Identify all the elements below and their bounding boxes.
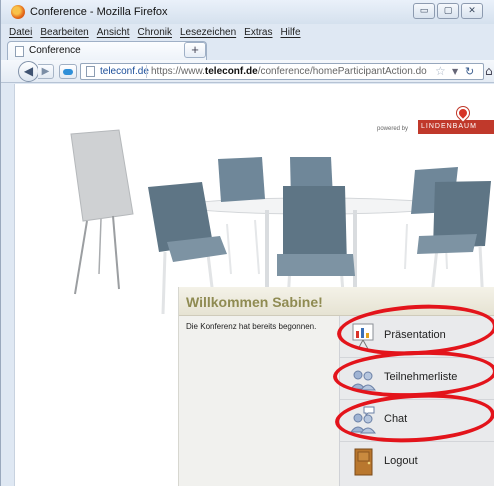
menu-extras[interactable]: Extras (244, 27, 272, 38)
action-logout-label: Logout (384, 455, 418, 467)
forward-button[interactable]: ▶ (38, 64, 54, 79)
minimize-button[interactable]: ▭ (413, 3, 435, 19)
conference-status-text: Die Konferenz hat bereits begonnen. (186, 322, 317, 331)
close-button[interactable]: ✕ (461, 3, 483, 19)
arrow-right-icon: ▶ (41, 66, 50, 77)
navigation-toolbar: ◀ ▶ teleconf.de https://www.teleconf.de/… (1, 60, 494, 83)
menu-bearbeiten[interactable]: Bearbeiten (40, 27, 88, 38)
door-icon (354, 448, 373, 476)
url-prefix: https://www. (151, 66, 205, 77)
arrow-left-icon: ◀ (23, 64, 34, 78)
reload-icon[interactable]: ↻ (465, 65, 474, 78)
home-icon[interactable]: ⌂ (485, 64, 493, 78)
page-content: powered by LINDENBAUM Willkommen Sabine!… (14, 84, 494, 486)
url-separator (146, 65, 147, 78)
tab-conference[interactable]: Conference (7, 41, 207, 60)
menu-chronik[interactable]: Chronik (138, 27, 172, 38)
action-logout[interactable]: Logout (340, 442, 494, 484)
menu-bar: Datei Bearbeiten Ansicht Chronik Lesezei… (1, 24, 494, 40)
tab-bar: Conference + (1, 40, 494, 60)
star-icon[interactable]: ☆ (435, 64, 446, 78)
site-identity-button[interactable] (59, 64, 77, 79)
map-pin-icon (454, 104, 472, 122)
url-text[interactable]: https://www.teleconf.de/conference/homeP… (151, 66, 427, 77)
maximize-button[interactable]: ▢ (437, 3, 459, 19)
welcome-title: Willkommen Sabine! (186, 294, 323, 310)
window-title: Conference - Mozilla Firefox (30, 6, 168, 18)
page-icon (86, 66, 95, 77)
url-host: teleconf.de (204, 66, 258, 77)
new-tab-button[interactable]: + (184, 42, 206, 58)
url-path: /conference/homeParticipantAction.do (257, 66, 427, 77)
menu-ansicht[interactable]: Ansicht (97, 27, 130, 38)
back-button[interactable]: ◀ (18, 61, 39, 82)
menu-lesezeichen[interactable]: Lesezeichen (180, 27, 236, 38)
chevron-down-icon[interactable]: ▼ (452, 67, 458, 76)
window-controls: ▭ ▢ ✕ (413, 3, 483, 19)
browser-window: Conference - Mozilla Firefox ▭ ▢ ✕ Datei… (0, 0, 494, 486)
url-bar[interactable]: teleconf.de https://www.teleconf.de/conf… (80, 63, 484, 80)
menu-hilfe[interactable]: Hilfe (281, 27, 301, 38)
flipchart-icon (70, 129, 134, 295)
firefox-logo-icon (11, 5, 25, 19)
tab-label: Conference (29, 45, 81, 56)
title-bar: Conference - Mozilla Firefox ▭ ▢ ✕ (1, 0, 494, 24)
url-identity-domain: teleconf.de (100, 66, 149, 77)
page-icon (15, 46, 24, 57)
site-identity-icon (63, 69, 73, 75)
menu-datei[interactable]: Datei (9, 27, 32, 38)
